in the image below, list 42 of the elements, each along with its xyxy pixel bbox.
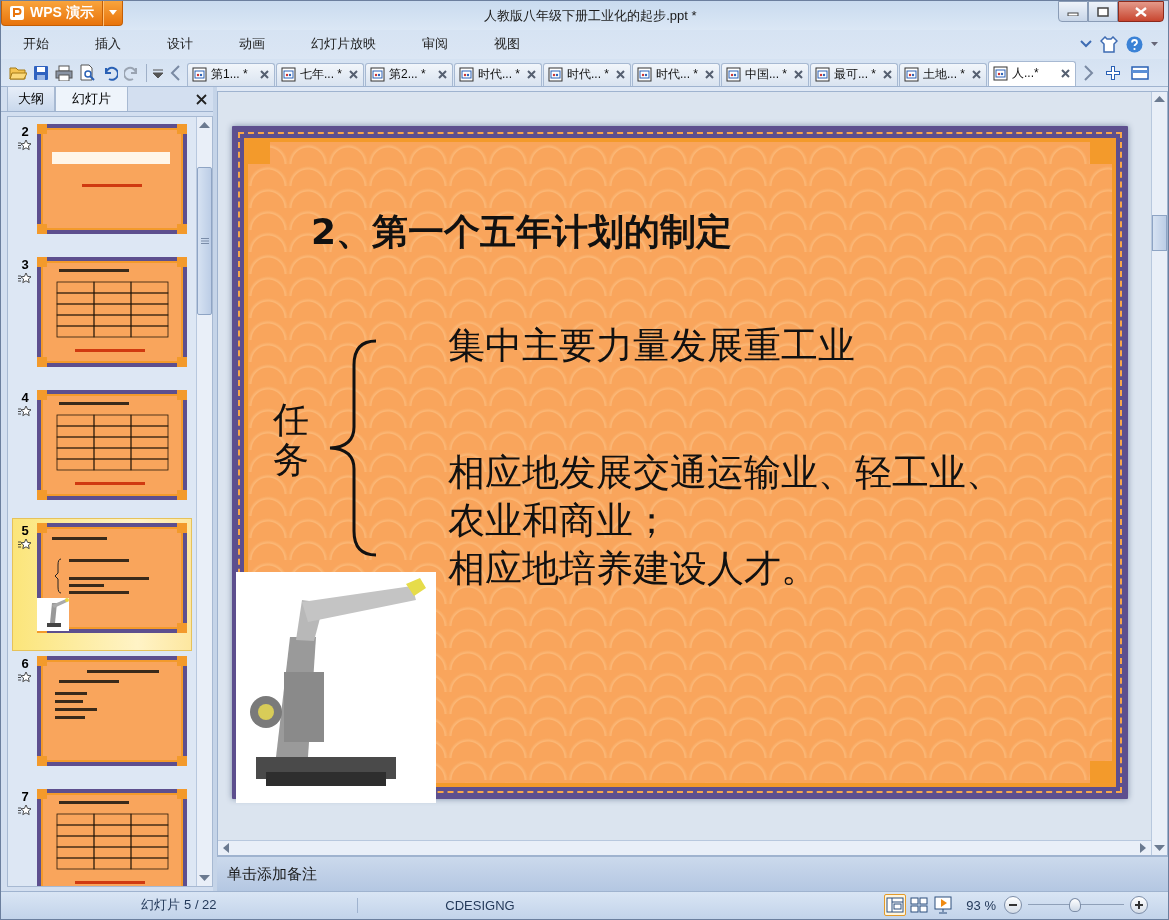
slide-number: 5 — [21, 522, 29, 538]
menu-item[interactable]: 开始 — [13, 32, 59, 57]
document-tab[interactable]: 第1... * — [187, 62, 275, 86]
menu-item[interactable]: 插入 — [85, 32, 131, 57]
body-text-line: 相应地培养建设人才。 — [448, 546, 819, 591]
slide-list-item[interactable]: 2 — [12, 118, 192, 252]
theme-name: CDESIGNG — [357, 898, 602, 913]
document-tab[interactable]: 最可... * — [810, 62, 898, 86]
slide-number: 3 — [21, 256, 29, 272]
menu-item[interactable]: 审阅 — [412, 32, 458, 57]
slide-number: 7 — [21, 788, 29, 804]
slide-counter: 幻灯片 5 / 22 — [140, 896, 218, 915]
document-tab[interactable]: 七年... * — [276, 62, 364, 86]
menu-item[interactable]: 视图 — [484, 32, 530, 57]
window-title: 人教版八年级下册工业化的起步.ppt * — [483, 7, 698, 25]
document-tab[interactable]: 土地... * — [899, 62, 987, 86]
body-text-line: 农业和商业； — [448, 498, 671, 543]
slide-number: 6 — [21, 655, 29, 671]
document-tab[interactable]: 第2... * — [365, 62, 453, 86]
slide-list-item[interactable]: 6 — [12, 650, 192, 784]
document-tab[interactable]: 人...* — [988, 60, 1076, 86]
slide-number: 2 — [21, 123, 29, 139]
body-text-line: 集中主要力量发展重工业 — [448, 323, 856, 368]
slide-list-item[interactable]: 7 — [12, 783, 192, 886]
body-text-line: 相应地发展交通运输业、轻工业、 — [448, 450, 1003, 495]
zoom-percent: 93 % — [966, 898, 996, 913]
menu-item[interactable]: 设计 — [157, 32, 203, 57]
notes-field[interactable]: 单击添加备注 — [217, 865, 437, 883]
document-tab[interactable]: 中国... * — [721, 62, 809, 86]
panel-tab[interactable]: 幻灯片 — [55, 85, 128, 111]
menu-item[interactable]: 幻灯片放映 — [301, 32, 386, 57]
document-tab[interactable]: 时代... * — [632, 62, 720, 86]
slide-title: 2、第一个五年计划的制定 — [311, 209, 733, 254]
menu-item[interactable]: 动画 — [229, 32, 275, 57]
slide-list-item[interactable]: 5 — [12, 517, 192, 651]
document-tab[interactable]: 时代... * — [454, 62, 542, 86]
slide-list-item[interactable]: 4 — [12, 384, 192, 518]
side-label: 任务 — [273, 399, 309, 480]
document-tab[interactable]: 时代... * — [543, 62, 631, 86]
panel-tab[interactable]: 大纲 — [7, 85, 55, 111]
slide-number: 4 — [21, 389, 29, 405]
slide-list-item[interactable]: 3 — [12, 251, 192, 385]
